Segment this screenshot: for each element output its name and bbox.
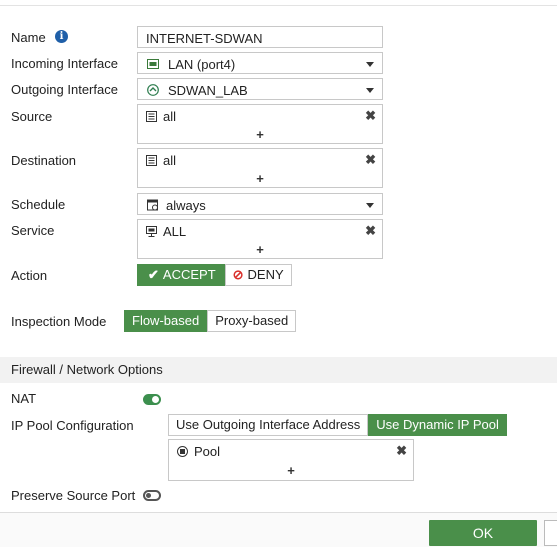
incoming-interface-value: LAN (port4) — [168, 57, 236, 72]
ok-button[interactable]: OK — [429, 520, 537, 546]
ip-pool-dynamic-button[interactable]: Use Dynamic IP Pool — [368, 414, 507, 436]
inspection-mode-label: Inspection Mode — [11, 314, 107, 329]
name-label: Name — [11, 30, 46, 45]
source-value: all — [163, 109, 177, 124]
address-icon — [146, 111, 157, 122]
inspection-mode-toggle-group: Flow-based Proxy-based — [124, 310, 297, 332]
section-title: Firewall / Network Options — [11, 362, 163, 377]
ip-pool-field[interactable]: Pool ✖ + — [168, 439, 414, 481]
firewall-network-options-header: Firewall / Network Options — [0, 357, 557, 383]
preserve-source-port-toggle[interactable] — [143, 490, 161, 501]
add-ip-pool-button[interactable]: + — [169, 463, 413, 478]
outgoing-interface-value: SDWAN_LAB — [168, 83, 248, 98]
remove-icon[interactable]: ✖ — [396, 443, 407, 459]
name-input[interactable]: INTERNET-SDWAN — [137, 26, 383, 48]
name-input-value: INTERNET-SDWAN — [146, 31, 263, 46]
chevron-down-icon — [366, 62, 374, 67]
destination-label: Destination — [11, 153, 77, 168]
destination-value: all — [163, 153, 177, 168]
chevron-down-icon — [366, 203, 374, 208]
action-accept-button[interactable]: ✔ ACCEPT — [137, 264, 225, 286]
nat-label: NAT — [11, 391, 37, 406]
check-icon: ✔ — [148, 267, 159, 282]
inspection-proxy-button[interactable]: Proxy-based — [207, 310, 297, 332]
source-label: Source — [11, 109, 53, 124]
action-deny-label: DENY — [247, 267, 284, 282]
schedule-icon — [147, 199, 158, 211]
remove-icon[interactable]: ✖ — [365, 223, 376, 239]
schedule-select[interactable]: always — [137, 193, 383, 215]
remove-icon[interactable]: ✖ — [365, 152, 376, 168]
info-icon[interactable]: i — [55, 30, 68, 43]
action-accept-label: ACCEPT — [162, 267, 216, 282]
sdwan-icon — [147, 84, 159, 96]
ip-pool-icon — [177, 446, 188, 457]
service-label: Service — [11, 223, 55, 238]
schedule-value: always — [166, 198, 206, 213]
ip-pool-item: Pool — [177, 444, 220, 459]
action-toggle-group: ✔ ACCEPT ⊘ DENY — [137, 264, 292, 286]
add-destination-button[interactable]: + — [138, 171, 382, 186]
service-icon — [146, 226, 157, 237]
ip-pool-toggle-group: Use Outgoing Interface Address Use Dynam… — [168, 414, 507, 436]
schedule-label: Schedule — [11, 197, 66, 212]
action-label: Action — [11, 268, 48, 283]
service-value: ALL — [163, 224, 187, 239]
address-icon — [146, 155, 157, 166]
inspection-flow-button[interactable]: Flow-based — [124, 310, 208, 332]
top-divider — [0, 0, 557, 6]
source-item: all — [146, 109, 176, 124]
ip-pool-outgoing-button[interactable]: Use Outgoing Interface Address — [168, 414, 369, 436]
outgoing-interface-label: Outgoing Interface — [11, 82, 118, 97]
remove-icon[interactable]: ✖ — [365, 108, 376, 124]
source-field[interactable]: all ✖ + — [137, 104, 383, 144]
cancel-button[interactable] — [544, 520, 557, 546]
incoming-interface-select[interactable]: LAN (port4) — [137, 52, 383, 74]
deny-icon: ⊘ — [232, 267, 244, 282]
incoming-interface-label: Incoming Interface — [11, 56, 118, 71]
network-port-icon — [147, 59, 159, 69]
service-item: ALL — [146, 224, 186, 239]
chevron-down-icon — [366, 88, 374, 93]
preserve-source-port-label: Preserve Source Port — [11, 488, 136, 503]
destination-item: all — [146, 153, 176, 168]
destination-field[interactable]: all ✖ + — [137, 148, 383, 188]
nat-toggle[interactable] — [143, 394, 161, 405]
add-source-button[interactable]: + — [138, 127, 382, 142]
service-field[interactable]: ALL ✖ + — [137, 219, 383, 259]
add-service-button[interactable]: + — [138, 242, 382, 257]
ip-pool-value: Pool — [194, 444, 221, 459]
outgoing-interface-select[interactable]: SDWAN_LAB — [137, 78, 383, 100]
ip-pool-label: IP Pool Configuration — [11, 418, 134, 433]
action-deny-button[interactable]: ⊘ DENY — [224, 264, 292, 286]
